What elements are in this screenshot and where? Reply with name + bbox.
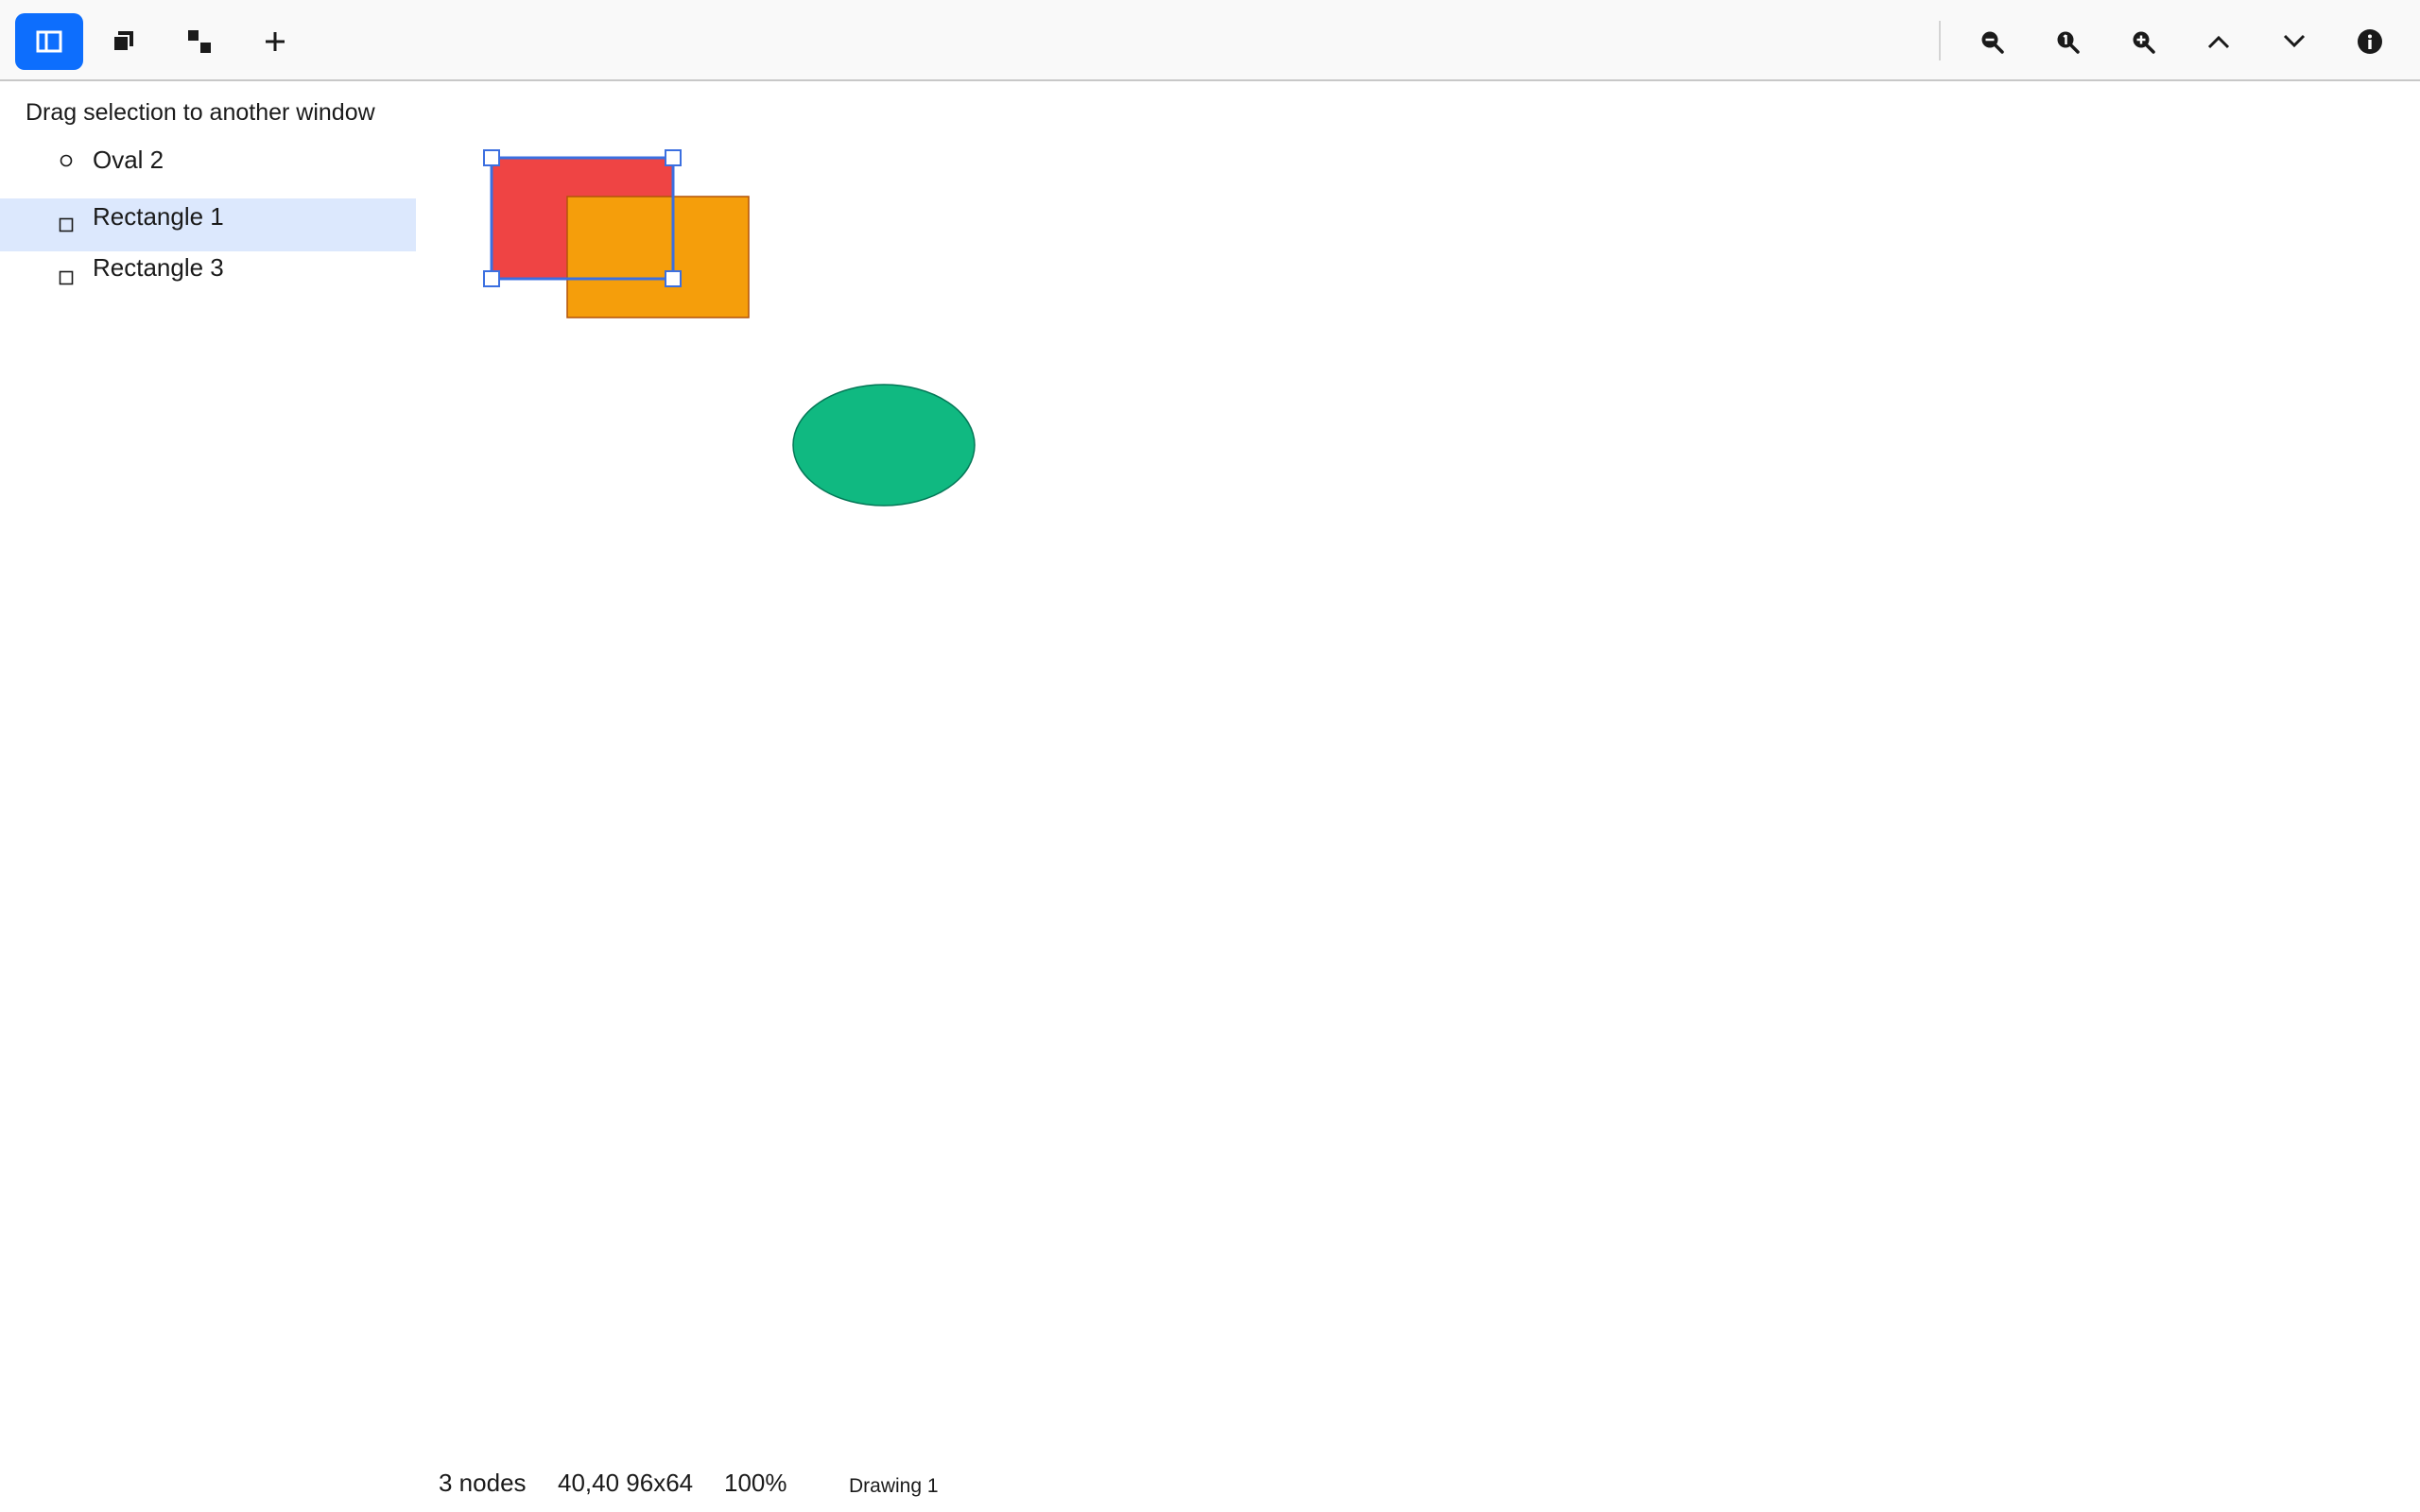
add-button[interactable] — [241, 13, 309, 70]
rectangle-icon — [57, 212, 76, 238]
zoom-level: 100% — [724, 1469, 787, 1497]
diagonal-squares-icon — [186, 28, 213, 55]
info-button[interactable] — [2336, 13, 2404, 70]
status-bar: 3 nodes 40,40 96x64 100% Drawing 1 — [0, 1463, 2420, 1501]
zoom-reset-button[interactable] — [2033, 13, 2101, 70]
group-button[interactable] — [90, 13, 158, 70]
selection-geometry: 40,40 96x64 — [558, 1469, 694, 1497]
resize-handle-top-right[interactable] — [665, 149, 682, 166]
info-icon — [2357, 28, 2383, 55]
rectangle-icon — [57, 265, 76, 291]
layer-item-label: Rectangle 3 — [93, 253, 224, 282]
drawing-app: Drag selection to another window Oval 2 … — [0, 0, 2420, 1512]
move-down-button[interactable] — [2260, 13, 2328, 70]
stacked-squares-icon — [112, 29, 136, 54]
zoom-out-button[interactable] — [1958, 13, 2026, 70]
node-count: 3 nodes — [439, 1469, 527, 1497]
arrange-button[interactable] — [165, 13, 233, 70]
move-up-button[interactable] — [2185, 13, 2253, 70]
drawing-canvas[interactable] — [416, 83, 2420, 1453]
layers-sidebar: Drag selection to another window Oval 2 … — [0, 83, 416, 367]
zoom-in-button[interactable] — [2109, 13, 2177, 70]
resize-handle-top-left[interactable] — [483, 149, 500, 166]
layer-item-rectangle-1[interactable]: Rectangle 1 — [0, 198, 416, 251]
document-name: Drawing 1 — [849, 1475, 939, 1497]
zoom-out-icon — [1979, 29, 2004, 54]
layer-item-label: Rectangle 1 — [93, 202, 224, 231]
toggle-sidebar-button[interactable] — [15, 13, 83, 70]
plus-icon — [264, 30, 286, 53]
zoom-actual-size-icon — [2055, 29, 2080, 54]
toolbar-separator — [1939, 21, 1941, 60]
layer-item-oval-2[interactable]: Oval 2 — [0, 134, 416, 187]
chevron-down-icon — [2282, 33, 2307, 50]
toolbar — [0, 0, 2420, 81]
layer-item-rectangle-3[interactable]: Rectangle 3 — [0, 251, 416, 304]
shape-oval-2[interactable] — [792, 384, 976, 507]
shape-rectangle-3[interactable] — [566, 196, 750, 318]
zoom-in-icon — [2131, 29, 2155, 54]
sidebar-panel-icon — [36, 30, 62, 53]
chevron-up-icon — [2206, 33, 2231, 50]
layer-item-label: Oval 2 — [93, 146, 164, 174]
resize-handle-bottom-right[interactable] — [665, 270, 682, 287]
resize-handle-bottom-left[interactable] — [483, 270, 500, 287]
drag-hint: Drag selection to another window — [26, 99, 375, 126]
oval-icon — [57, 147, 76, 174]
